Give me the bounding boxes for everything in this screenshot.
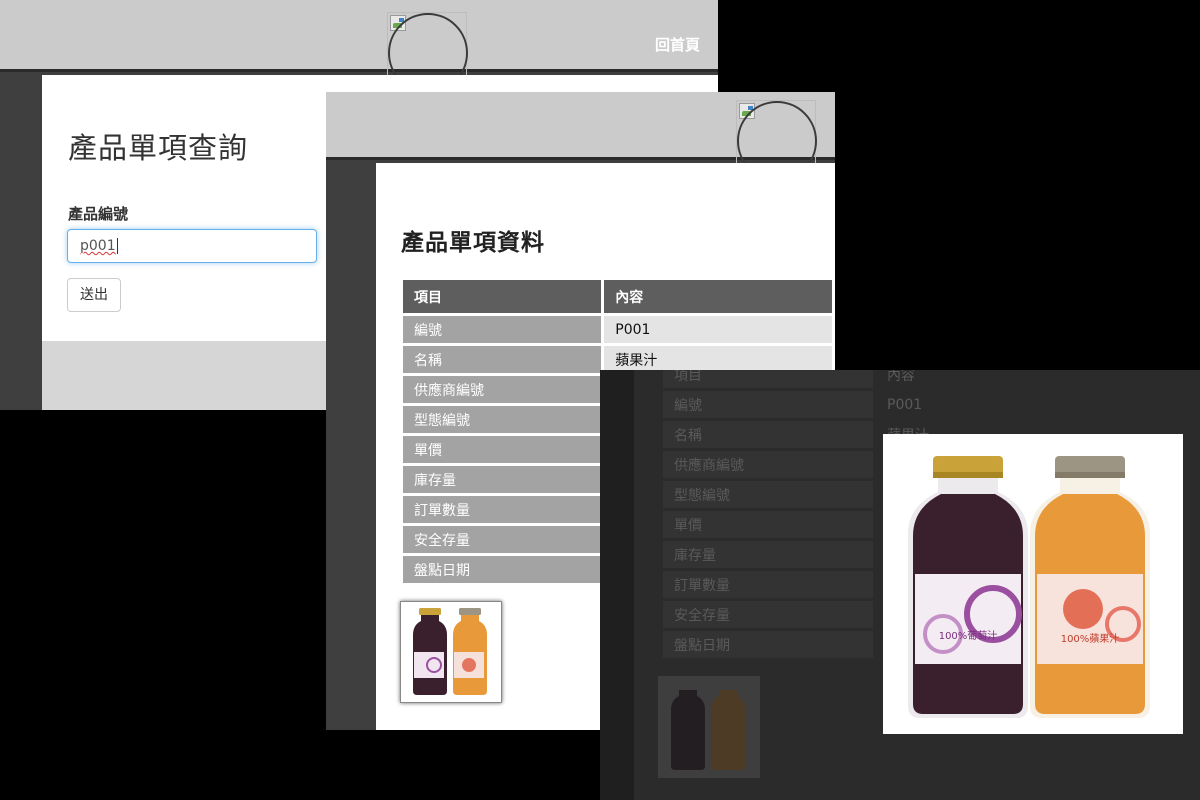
juice-bottles-thumb-image xyxy=(401,602,501,702)
site-header: 回首頁 xyxy=(0,0,718,72)
table-row: 編號 P001 xyxy=(403,316,832,343)
row-key: 訂單數量 xyxy=(663,571,873,598)
table-header-row: 項目 內容 xyxy=(663,370,1176,388)
table-header-row: 項目 內容 xyxy=(403,280,832,313)
row-key: 編號 xyxy=(403,316,602,343)
text-caret xyxy=(116,238,118,254)
row-key: 訂單數量 xyxy=(403,496,602,523)
row-key: 庫存量 xyxy=(663,541,873,568)
row-key: 項目 xyxy=(663,370,873,388)
table-row: 編號 P001 xyxy=(663,391,1176,418)
row-key: 盤點日期 xyxy=(403,556,602,583)
row-value: 蘋果汁 xyxy=(604,346,832,373)
product-id-label: 產品編號 xyxy=(68,205,129,223)
submit-button[interactable]: 送出 xyxy=(67,278,121,312)
row-key: 型態編號 xyxy=(403,406,602,433)
row-key: 編號 xyxy=(663,391,873,418)
row-key: 型態編號 xyxy=(663,481,873,508)
page-title: 產品單項查詢 xyxy=(68,131,249,165)
row-key: 單價 xyxy=(403,436,602,463)
row-key: 名稱 xyxy=(403,346,602,373)
enlarged-product-image[interactable]: 100%葡萄汁 100%蘋果汁 xyxy=(883,434,1183,734)
row-value: P001 xyxy=(604,316,832,343)
product-id-input-value: p001 xyxy=(80,238,116,254)
row-key: 安全存量 xyxy=(663,601,873,628)
row-value: 內容 xyxy=(876,370,1176,388)
table-header-item: 項目 xyxy=(403,280,602,313)
apple-label: 100%蘋果汁 xyxy=(1061,632,1120,645)
row-key: 安全存量 xyxy=(403,526,602,553)
row-key: 供應商編號 xyxy=(663,451,873,478)
lightbox-window: 項目內容 編號P001 名稱蘋果汁 供應商編號 型態編號 單價 庫存量 訂單數量… xyxy=(600,370,1200,800)
lightbox-sidebar xyxy=(600,370,634,800)
row-key: 庫存量 xyxy=(403,466,602,493)
home-link[interactable]: 回首頁 xyxy=(655,34,700,55)
row-key: 盤點日期 xyxy=(663,631,873,658)
juice-bottles-thumb-image xyxy=(659,677,759,777)
product-id-input[interactable]: p001 xyxy=(67,229,317,263)
table-header-content: 內容 xyxy=(604,280,832,313)
table-row: 名稱蘋果汁 xyxy=(403,346,832,373)
row-value: P001 xyxy=(876,391,1176,418)
row-key: 名稱 xyxy=(663,421,873,448)
page-title: 產品單項資料 xyxy=(401,230,545,256)
grape-label: 100%葡萄汁 xyxy=(939,629,998,642)
juice-bottles-image: 100%葡萄汁 100%蘋果汁 xyxy=(883,434,1183,734)
row-key: 單價 xyxy=(663,511,873,538)
dimmed-product-thumbnail xyxy=(658,676,760,778)
row-key: 供應商編號 xyxy=(403,376,602,403)
product-thumbnail[interactable] xyxy=(400,601,502,703)
